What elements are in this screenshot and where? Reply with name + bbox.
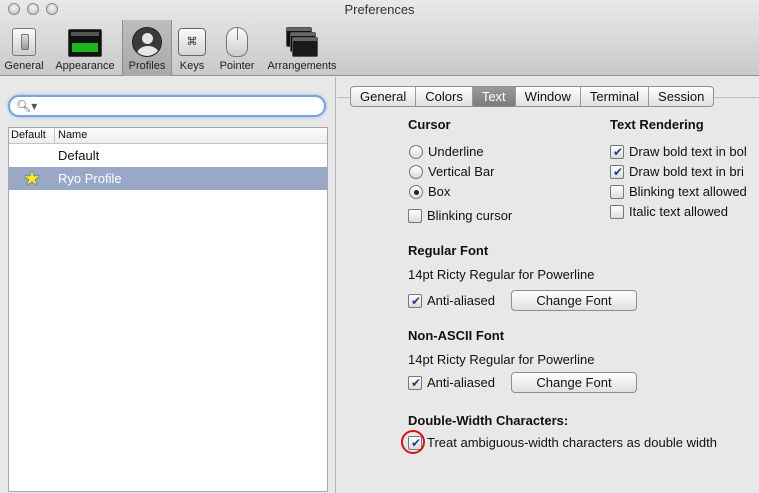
table-row[interactable]: Default: [9, 144, 327, 167]
tab-window[interactable]: Window: [516, 87, 581, 106]
checkbox[interactable]: [610, 204, 624, 219]
checkbox-label: Anti-aliased: [427, 375, 495, 390]
radio-label: Box: [428, 184, 451, 199]
radio-button[interactable]: [409, 144, 423, 159]
checkbox[interactable]: [408, 375, 423, 390]
tab-terminal[interactable]: Terminal: [581, 87, 650, 106]
toolbar-item-arrangements[interactable]: Arrangements: [262, 20, 342, 76]
profile-name: Ryo Profile: [58, 171, 122, 186]
tab-colors[interactable]: Colors: [416, 87, 473, 106]
toolbar-label: Arrangements: [267, 60, 337, 72]
profiles-table-header: Default Name: [9, 128, 327, 144]
checkbox-label: Draw bold text in bol: [629, 144, 747, 159]
blinking-text-checkbox[interactable]: Blinking text allowed: [610, 184, 747, 199]
checkbox[interactable]: [610, 144, 625, 159]
column-header-name[interactable]: Name: [55, 128, 87, 143]
checkbox[interactable]: [408, 208, 422, 223]
cursor-box-radio[interactable]: Box: [409, 184, 450, 199]
tab-session[interactable]: Session: [649, 87, 713, 106]
radio-button[interactable]: [409, 184, 423, 199]
terminal-icon: [68, 29, 102, 57]
checkbox[interactable]: [610, 164, 625, 179]
mouse-icon: [226, 27, 248, 57]
toolbar-label: Pointer: [219, 60, 255, 72]
regular-anti-aliased-checkbox[interactable]: Anti-aliased: [408, 293, 495, 308]
toolbar-item-pointer[interactable]: Pointer: [212, 20, 262, 76]
toolbar-label: Keys: [179, 60, 205, 72]
table-row[interactable]: ★ Ryo Profile: [9, 167, 327, 190]
checkbox[interactable]: [408, 293, 423, 308]
column-header-default[interactable]: Default: [9, 128, 55, 143]
checkbox[interactable]: [610, 184, 624, 199]
cursor-underline-radio[interactable]: Underline: [409, 144, 484, 159]
preferences-toolbar: General Appearance Profiles ⌘ Keys Point…: [0, 20, 342, 76]
toolbar-item-profiles[interactable]: Profiles: [122, 20, 172, 76]
toolbar-item-appearance[interactable]: Appearance: [48, 20, 122, 76]
tab-general[interactable]: General: [351, 87, 417, 106]
default-cell: ★: [9, 169, 55, 189]
radio-label: Underline: [428, 144, 484, 159]
text-rendering-heading: Text Rendering: [610, 117, 704, 132]
profile-icon: [132, 27, 162, 57]
window-title: Preferences: [344, 2, 415, 17]
regular-font-heading: Regular Font: [408, 243, 489, 258]
highlight-circle-annotation: [401, 430, 425, 454]
cursor-vertical-bar-radio[interactable]: Vertical Bar: [409, 164, 494, 179]
draw-bold-bright-colors-checkbox[interactable]: Draw bold text in bri: [610, 164, 744, 179]
checkbox-label: Treat ambiguous-width characters as doub…: [427, 435, 717, 450]
change-regular-font-button[interactable]: Change Font: [511, 290, 637, 311]
italic-text-checkbox[interactable]: Italic text allowed: [610, 204, 728, 219]
checkbox-label: Italic text allowed: [629, 204, 728, 219]
non-ascii-font-heading: Non-ASCII Font: [408, 328, 505, 343]
toolbar-label: Appearance: [55, 60, 115, 72]
cursor-heading: Cursor: [408, 117, 451, 132]
settings-tabs: General Colors Text Window Terminal Sess…: [350, 86, 715, 107]
window-titlebar: Preferences General Appearance Profiles …: [0, 0, 759, 76]
change-non-ascii-font-button[interactable]: Change Font: [511, 372, 637, 393]
double-width-heading: Double-Width Characters:: [408, 413, 569, 428]
checkbox-label: Draw bold text in bri: [629, 164, 744, 179]
windows-icon: [286, 27, 318, 57]
blinking-cursor-checkbox[interactable]: Blinking cursor: [408, 208, 512, 223]
regular-font-name: 14pt Ricty Regular for Powerline: [408, 267, 595, 282]
checkbox-label: Blinking cursor: [427, 208, 513, 223]
radio-label: Vertical Bar: [428, 164, 495, 179]
tab-text[interactable]: Text: [472, 87, 516, 106]
draw-bold-bold-font-checkbox[interactable]: Draw bold text in bol: [610, 144, 747, 159]
profile-search-input[interactable]: [36, 98, 316, 114]
command-key-icon: ⌘: [178, 28, 206, 56]
star-icon: ★: [23, 167, 41, 190]
toolbar-item-keys[interactable]: ⌘ Keys: [172, 20, 212, 76]
non-ascii-anti-aliased-checkbox[interactable]: Anti-aliased: [408, 375, 495, 390]
search-icon[interactable]: 🔍︎▾: [16, 99, 37, 113]
double-width-checkbox[interactable]: Treat ambiguous-width characters as doub…: [408, 435, 717, 450]
toolbar-item-general[interactable]: General: [0, 20, 48, 76]
non-ascii-font-name: 14pt Ricty Regular for Powerline: [408, 352, 595, 367]
profiles-sidebar: 🔍︎▾ Default Name Default ★ Ryo Profile: [0, 77, 336, 493]
profile-name: Default: [58, 148, 100, 163]
radio-button[interactable]: [409, 164, 423, 179]
profiles-table: Default Name Default ★ Ryo Profile: [8, 127, 328, 492]
profile-search-field[interactable]: 🔍︎▾: [8, 95, 326, 117]
toolbar-label: Profiles: [128, 60, 166, 72]
switch-icon: [12, 28, 36, 56]
checkbox-label: Anti-aliased: [427, 293, 495, 308]
checkbox-label: Blinking text allowed: [629, 184, 747, 199]
toolbar-label: General: [4, 60, 44, 72]
